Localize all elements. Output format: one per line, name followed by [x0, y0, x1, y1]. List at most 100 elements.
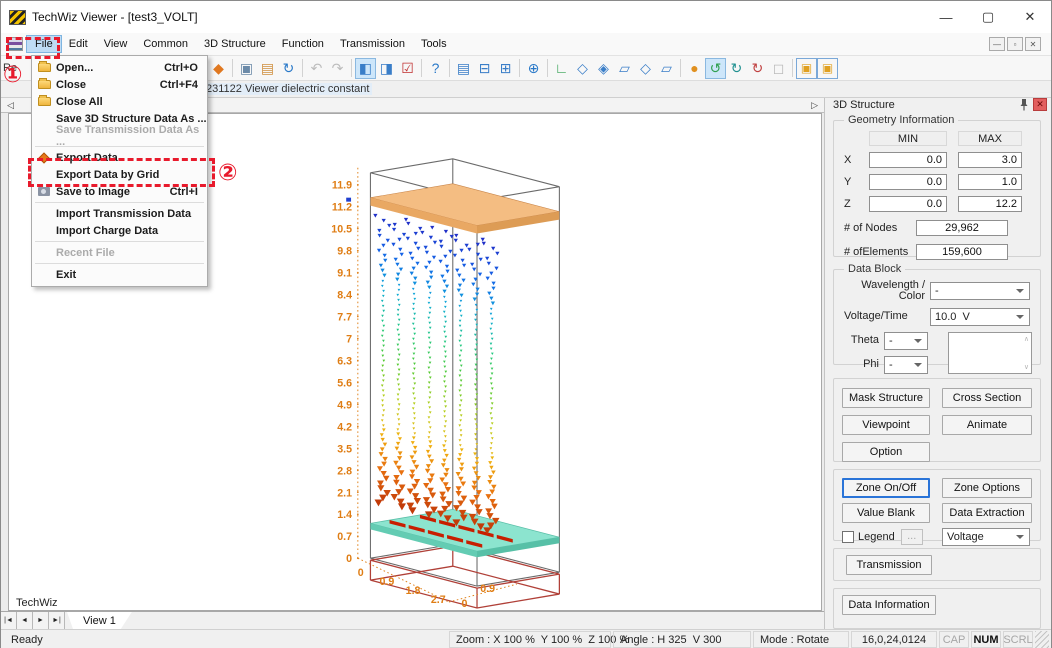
legend-checkbox[interactable]	[842, 531, 854, 543]
view-cube-side-icon[interactable]: ◇	[635, 58, 656, 79]
menu-separator	[35, 263, 204, 264]
copy-image-icon[interactable]: ▣	[236, 58, 257, 79]
help-balloon-icon[interactable]: ?	[425, 58, 446, 79]
cascade-windows-icon[interactable]: ▤	[453, 58, 474, 79]
menu-file[interactable]: File	[27, 36, 61, 52]
tile-vertical-icon[interactable]: ⊞	[495, 58, 516, 79]
minimize-button[interactable]: —	[925, 2, 967, 32]
menu-item-open[interactable]: Open...Ctrl+O	[32, 59, 207, 76]
zone-onoff-button[interactable]: Zone On/Off	[842, 478, 930, 498]
toolbar-partial-button[interactable]: Re	[3, 62, 29, 74]
data-extraction-button[interactable]: Data Extraction	[942, 503, 1032, 523]
zone-options-button[interactable]: Zone Options	[942, 478, 1032, 498]
axis-x-label: X	[844, 154, 858, 166]
fit-window-icon[interactable]: ▣	[817, 58, 838, 79]
menu-shortcut: Ctrl+F4	[160, 79, 207, 91]
menu-item-label: Close	[56, 79, 160, 91]
menu-transmission[interactable]: Transmission	[332, 36, 413, 52]
menu-common[interactable]: Common	[135, 36, 196, 52]
theta-combobox[interactable]: -	[884, 332, 928, 350]
axes-icon[interactable]: ∟	[551, 58, 572, 79]
menu-item-close[interactable]: CloseCtrl+F4	[32, 76, 207, 93]
view-cube-top-icon[interactable]: ▱	[614, 58, 635, 79]
z-axis-tick-label: 7.7	[337, 311, 352, 323]
viewpoint-button[interactable]: Viewpoint	[842, 415, 930, 435]
export-data-icon[interactable]: ◆	[208, 58, 229, 79]
rotate-h-icon[interactable]: ↻	[726, 58, 747, 79]
view-cube-back-icon[interactable]: ▱	[656, 58, 677, 79]
display-mode-combobox[interactable]: Voltage	[942, 528, 1030, 546]
redo-icon[interactable]: ↷	[327, 58, 348, 79]
rotate-v-icon[interactable]: ↻	[747, 58, 768, 79]
view-tab[interactable]: View 1	[67, 612, 132, 629]
view-cube-front-icon[interactable]: ◇	[572, 58, 593, 79]
layout-bottom-icon[interactable]: ◨	[376, 58, 397, 79]
x-axis-tick-label: 0	[358, 567, 364, 579]
tile-horizontal-icon[interactable]: ⊟	[474, 58, 495, 79]
value-blank-button[interactable]: Value Blank	[842, 503, 930, 523]
menu-item-export-data-by-grid[interactable]: Export Data by Grid	[32, 166, 207, 183]
view-cube-iso-icon[interactable]: ◈	[593, 58, 614, 79]
menu-item-save-transmission-data-as: Save Transmission Data As ...	[32, 127, 207, 144]
pin-icon[interactable]	[1019, 98, 1029, 111]
transmission-button[interactable]: Transmission	[846, 555, 932, 575]
pan-icon[interactable]: ●	[684, 58, 705, 79]
data-information-button[interactable]: Data Information	[842, 595, 936, 615]
menu-item-close-all[interactable]: Close All	[32, 93, 207, 110]
toolbar-icons: ◆▣▤↻↶↷◧◨☑?▤⊟⊞⊕∟◇◈▱◇▱●↺↻↻◻▣▣	[208, 58, 838, 79]
phi-combobox[interactable]: -	[884, 356, 928, 374]
chevron-down-icon	[1016, 289, 1024, 293]
prev-view-button[interactable]: ◄	[17, 612, 33, 629]
menu-edit[interactable]: Edit	[61, 36, 96, 52]
wavelength-combobox[interactable]: -	[930, 282, 1030, 300]
menu-view[interactable]: View	[96, 36, 136, 52]
y-min-field: 0.0	[869, 174, 947, 190]
menu-3d-structure[interactable]: 3D Structure	[196, 36, 274, 52]
menu-item-exit[interactable]: Exit	[32, 266, 207, 283]
zoom-region-icon[interactable]: ◻	[768, 58, 789, 79]
globe-icon[interactable]: ⊕	[523, 58, 544, 79]
last-view-button[interactable]: ►|	[49, 612, 65, 629]
layout-left-icon[interactable]: ◧	[355, 58, 376, 79]
legend-more-button[interactable]: ...	[901, 529, 923, 545]
theta-value: -	[889, 335, 914, 347]
menu-item-label: Save to Image	[56, 186, 170, 198]
voltage-combobox[interactable]: 10.0 V	[930, 308, 1030, 326]
panel-close-icon[interactable]: ✕	[1033, 98, 1047, 111]
animate-button[interactable]: Animate	[942, 415, 1032, 435]
fit-all-icon[interactable]: ▣	[796, 58, 817, 79]
toolbar-separator	[232, 59, 233, 77]
menu-item-import-charge-data[interactable]: Import Charge Data	[32, 222, 207, 239]
first-view-button[interactable]: |◄	[1, 612, 17, 629]
wavelength-row: Wavelength / Color -	[842, 280, 1032, 302]
angle-listbox[interactable]: ∧ ∨	[948, 332, 1032, 374]
paste-icon[interactable]: ▤	[257, 58, 278, 79]
mdi-close-button[interactable]: ✕	[1025, 37, 1041, 51]
menu-item-save-to-image[interactable]: Save to ImageCtrl+I	[32, 183, 207, 200]
menu-tools[interactable]: Tools	[413, 36, 455, 52]
y-axis-tick-label: 0.9	[480, 583, 495, 595]
close-button[interactable]: ✕	[1009, 2, 1051, 32]
report-check-icon[interactable]: ☑	[397, 58, 418, 79]
tab-scroll-left-icon[interactable]: ◁	[7, 100, 14, 111]
next-view-button[interactable]: ►	[33, 612, 49, 629]
scroll-down-icon[interactable]: ∨	[1024, 363, 1029, 371]
option-button[interactable]: Option	[842, 442, 930, 462]
scroll-up-icon[interactable]: ∧	[1024, 335, 1029, 343]
menu-function[interactable]: Function	[274, 36, 332, 52]
refresh-icon[interactable]: ↻	[278, 58, 299, 79]
status-bar: Ready Zoom : X 100 % Y 100 % Z 100 % Ang…	[1, 629, 1051, 648]
undo-icon[interactable]: ↶	[306, 58, 327, 79]
maximize-button[interactable]: ▢	[967, 2, 1009, 32]
rotate-icon[interactable]: ↺	[705, 58, 726, 79]
cross-section-button[interactable]: Cross Section	[942, 388, 1032, 408]
mdi-minimize-button[interactable]: —	[989, 37, 1005, 51]
y-axis-tick-label: 0	[461, 598, 467, 610]
menu-item-export-data[interactable]: Export Data	[32, 149, 207, 166]
resize-grip[interactable]	[1035, 631, 1049, 648]
menu-item-import-transmission-data[interactable]: Import Transmission Data	[32, 205, 207, 222]
mdi-restore-button[interactable]: ▫	[1007, 37, 1023, 51]
phi-value: -	[889, 359, 914, 371]
mask-structure-button[interactable]: Mask Structure	[842, 388, 930, 408]
tab-scroll-right-icon[interactable]: ▷	[811, 100, 818, 111]
